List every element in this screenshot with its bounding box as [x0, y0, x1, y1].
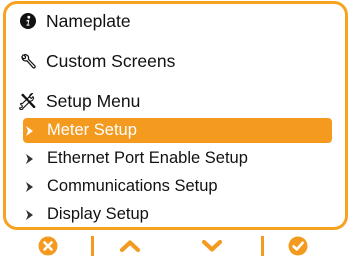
down-icon: [201, 239, 223, 252]
chevron-right-icon: [25, 123, 38, 139]
down-button[interactable]: [201, 235, 223, 257]
wrench-icon: [17, 50, 39, 72]
confirm-button[interactable]: [287, 235, 309, 257]
softkey-divider: [261, 236, 264, 256]
menu-item-label: Custom Screens: [46, 50, 176, 71]
submenu-item-communications-setup[interactable]: Communications Setup: [25, 174, 218, 199]
cancel-icon: [38, 236, 58, 256]
menu-item-nameplate[interactable]: Nameplate: [17, 8, 131, 34]
submenu-item-label: Ethernet Port Enable Setup: [47, 149, 248, 167]
chevron-right-icon: [25, 179, 38, 195]
softkey-bar: [0, 231, 354, 261]
tools-icon: [17, 90, 39, 112]
submenu-item-display-setup[interactable]: Display Setup: [25, 202, 149, 227]
confirm-icon: [288, 236, 308, 256]
chevron-right-icon: [25, 151, 38, 167]
info-icon: [17, 10, 39, 32]
submenu-item-ethernet-port-enable-setup[interactable]: Ethernet Port Enable Setup: [25, 146, 248, 171]
submenu-item-label: Meter Setup: [47, 121, 137, 139]
chevron-right-icon: [25, 207, 38, 223]
menu-item-custom-screens[interactable]: Custom Screens: [17, 48, 175, 74]
softkey-divider: [91, 236, 94, 256]
cancel-button[interactable]: [37, 235, 59, 257]
up-button[interactable]: [119, 235, 141, 257]
up-icon: [119, 240, 141, 253]
menu-item-label: Setup Menu: [46, 90, 141, 111]
menu-item-setup-menu[interactable]: Setup Menu: [17, 88, 140, 114]
menu-item-label: Nameplate: [46, 10, 131, 31]
submenu-item-label: Display Setup: [47, 205, 149, 223]
submenu-item-label: Communications Setup: [47, 177, 218, 195]
submenu-item-meter-setup[interactable]: Meter Setup: [23, 118, 332, 143]
